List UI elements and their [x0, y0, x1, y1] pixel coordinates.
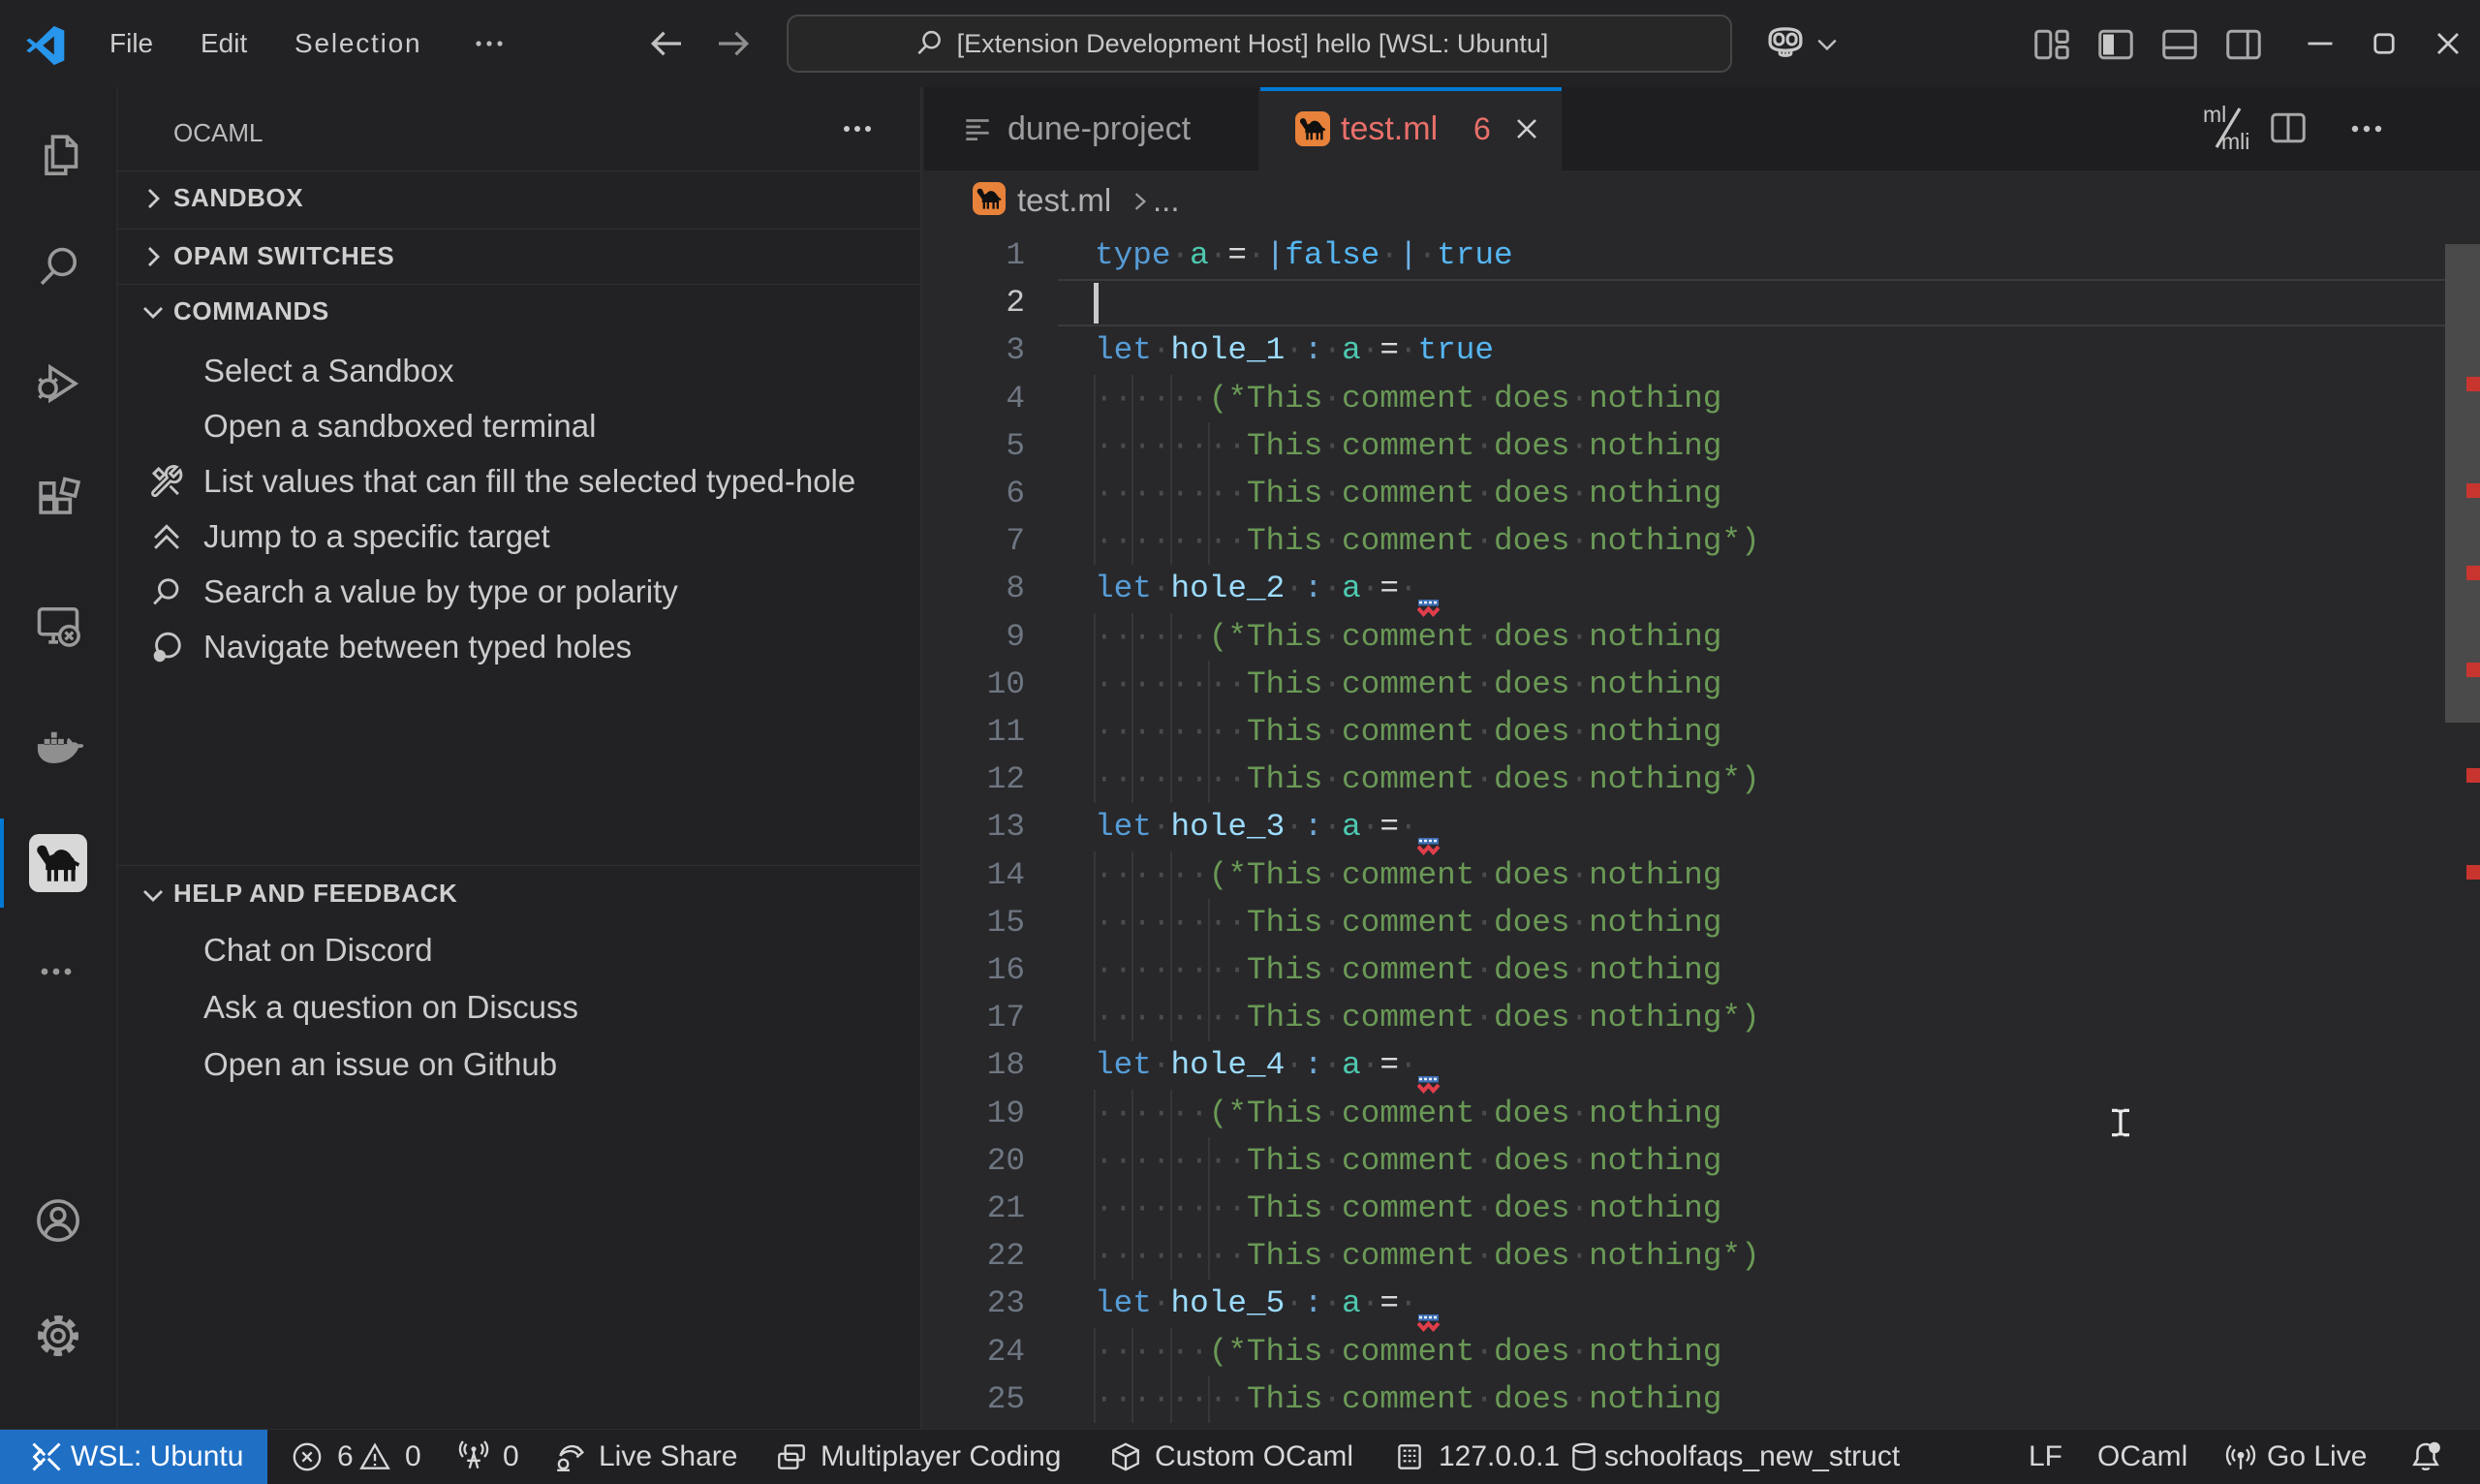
svg-text:ml: ml	[2203, 102, 2226, 127]
